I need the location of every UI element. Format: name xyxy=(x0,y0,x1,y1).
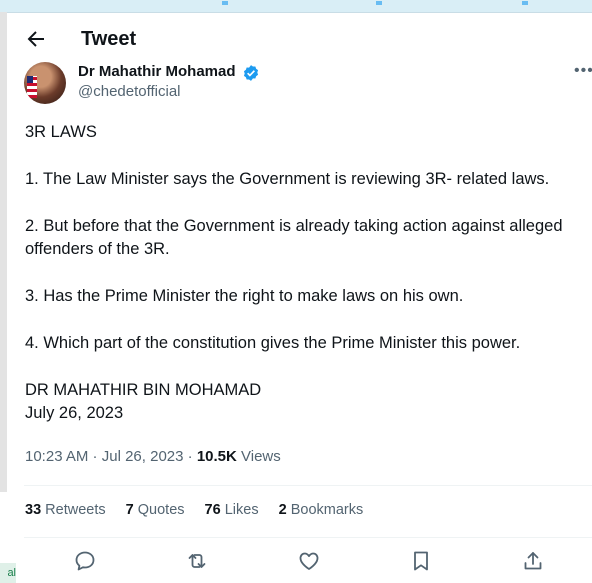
share-icon[interactable] xyxy=(521,549,545,573)
tab-marker xyxy=(522,1,528,5)
author-handle[interactable]: @chedetofficial xyxy=(78,83,181,100)
retweets-stat[interactable]: 33 Retweets xyxy=(25,502,106,518)
tweet-time[interactable]: 10:23 AM xyxy=(25,448,88,465)
more-icon[interactable]: ••• xyxy=(574,62,592,80)
tweet-meta: 10:23 AM · Jul 26, 2023 · 10.5K Views xyxy=(25,448,281,465)
retweets-label: Retweets xyxy=(41,502,106,518)
verified-badge-icon xyxy=(242,64,260,82)
tweet-line: DR MAHATHIR BIN MOHAMAD xyxy=(25,381,262,399)
bookmarks-stat[interactable]: 2 Bookmarks xyxy=(279,502,364,518)
tweet-line: 3. Has the Prime Minister the right to m… xyxy=(25,287,464,305)
views-count: 10.5K xyxy=(196,448,237,465)
tweet-date[interactable]: Jul 26, 2023 xyxy=(102,448,184,465)
retweet-icon[interactable] xyxy=(185,549,209,573)
tweet-line: 1. The Law Minister says the Government … xyxy=(25,170,550,188)
reply-icon[interactable] xyxy=(73,549,97,573)
avatar-flag-canton xyxy=(27,76,33,83)
back-arrow-icon[interactable] xyxy=(24,27,48,51)
left-panel-label: al xyxy=(0,563,16,583)
avatar[interactable] xyxy=(24,62,66,104)
tweet-stats: 33 Retweets 7 Quotes 76 Likes 2 Bookmark… xyxy=(25,502,379,518)
views-label: Views xyxy=(236,448,281,465)
like-icon[interactable] xyxy=(297,549,321,573)
page-header: Tweet xyxy=(0,12,592,65)
tab-marker xyxy=(222,1,228,5)
likes-stat[interactable]: 76 Likes xyxy=(205,502,259,518)
divider xyxy=(24,537,592,538)
author-name[interactable]: Dr Mahathir Mohamad xyxy=(78,63,236,80)
likes-count: 76 xyxy=(204,502,221,518)
tweet-line: 2. But before that the Government is alr… xyxy=(25,217,563,258)
meta-separator: · xyxy=(183,448,197,465)
tweet-line: 4. Which part of the constitution gives … xyxy=(25,334,521,352)
tab-marker xyxy=(376,1,382,5)
retweets-count: 33 xyxy=(25,502,42,518)
tweet-text: 3R LAWS 1. The Law Minister says the Gov… xyxy=(25,121,575,425)
quotes-count: 7 xyxy=(125,502,134,518)
meta-separator: · xyxy=(88,448,102,465)
quotes-label: Quotes xyxy=(133,502,185,518)
left-panel-edge xyxy=(0,12,7,492)
bookmarks-count: 2 xyxy=(278,502,287,518)
likes-label: Likes xyxy=(220,502,259,518)
divider xyxy=(24,485,592,486)
tweet-line: 3R LAWS xyxy=(25,123,97,141)
quotes-stat[interactable]: 7 Quotes xyxy=(126,502,185,518)
bookmark-icon[interactable] xyxy=(409,549,433,573)
bookmarks-label: Bookmarks xyxy=(286,502,364,518)
tweet-line: July 26, 2023 xyxy=(25,404,124,422)
page-title: Tweet xyxy=(81,28,137,50)
